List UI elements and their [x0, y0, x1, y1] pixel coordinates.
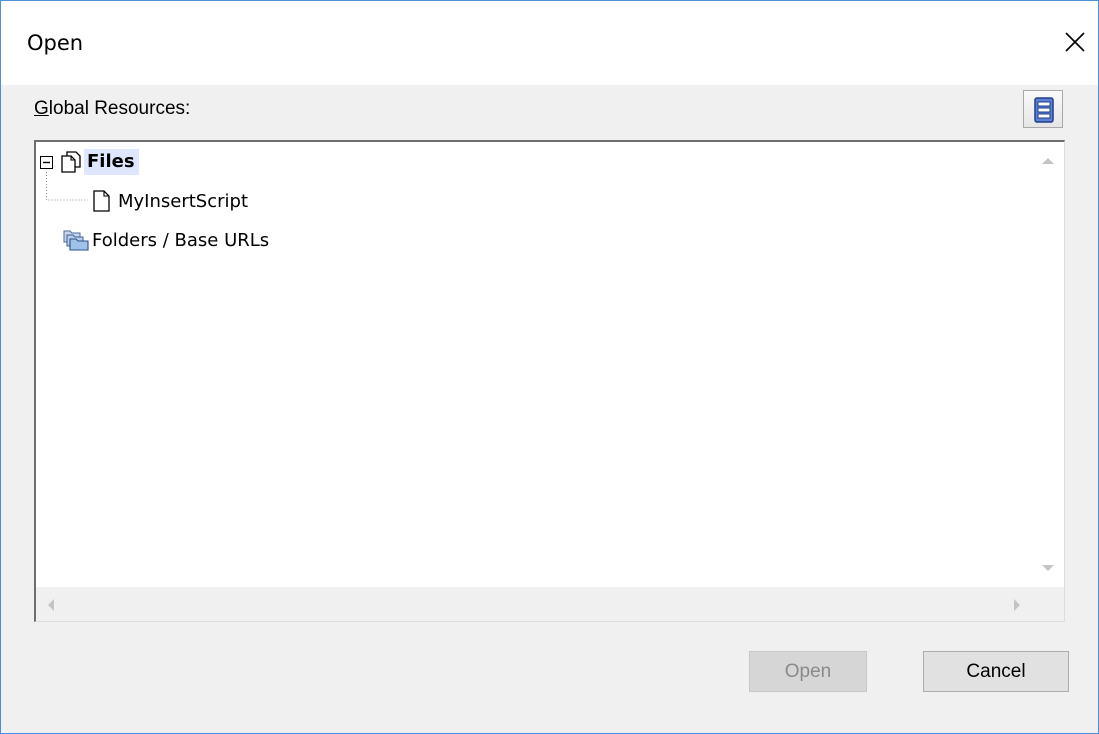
scroll-down-arrow-icon[interactable]: [1040, 563, 1056, 573]
tree-item-folders-base-urls[interactable]: Folders / Base URLs: [62, 227, 362, 255]
manage-global-resources-button[interactable]: [1023, 90, 1063, 128]
folders-icon: [63, 230, 89, 251]
tree-item-label: MyInsertScript: [118, 191, 249, 212]
scroll-right-arrow-icon[interactable]: [1012, 597, 1022, 613]
file-icon: [93, 190, 110, 212]
collapse-icon[interactable]: [40, 156, 53, 169]
close-button[interactable]: [1052, 21, 1098, 65]
scroll-left-arrow-icon[interactable]: [46, 597, 56, 613]
database-icon: [1034, 97, 1054, 123]
open-dialog: Open Global Resources: Files MyInsertScr…: [0, 0, 1099, 734]
scroll-up-arrow-icon[interactable]: [1040, 156, 1056, 166]
scrollbar-corner: [1032, 587, 1064, 621]
files-icon: [61, 151, 81, 173]
open-button[interactable]: Open: [749, 651, 867, 692]
cancel-button[interactable]: Cancel: [923, 651, 1069, 692]
vertical-scrollbar[interactable]: [1032, 142, 1064, 587]
tree-item-files[interactable]: Files: [40, 149, 300, 177]
horizontal-scrollbar[interactable]: [36, 587, 1032, 621]
tree-item-label: Folders / Base URLs: [92, 230, 270, 251]
tree-item-label: Files: [84, 149, 139, 175]
tree-item-myinsertscript[interactable]: MyInsertScript: [90, 188, 350, 216]
dialog-title: Open: [27, 31, 84, 55]
title-bar: Open: [1, 1, 1098, 85]
close-icon: [1065, 32, 1085, 52]
resources-tree[interactable]: Files MyInsertScript Folders / Base URLs: [34, 140, 1065, 622]
global-resources-label: Global Resources:: [34, 98, 191, 119]
tree-content: Files MyInsertScript Folders / Base URLs: [36, 142, 1032, 587]
